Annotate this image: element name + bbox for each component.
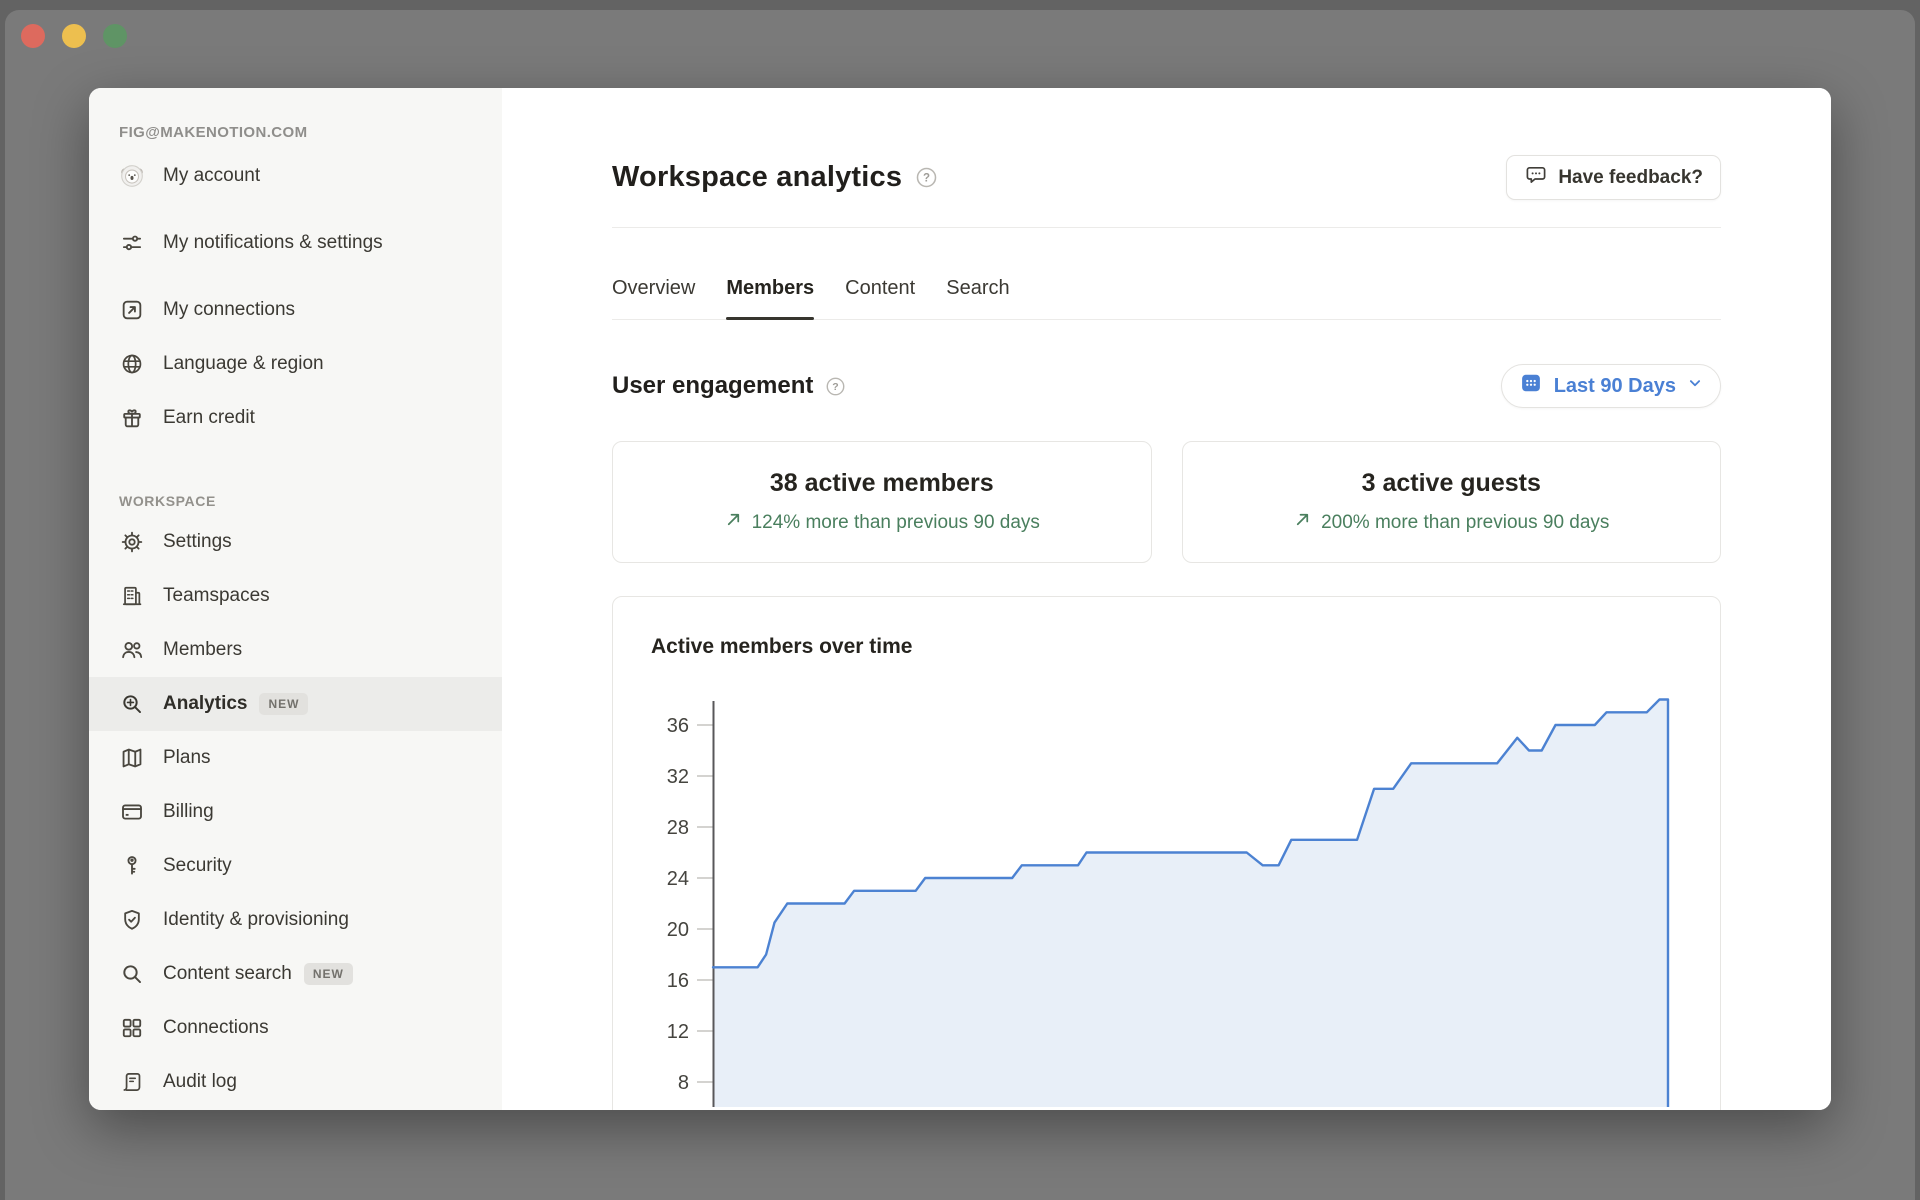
sliders-icon xyxy=(119,230,149,256)
svg-text:36: 36 xyxy=(667,715,689,737)
sidebar-item-content-search[interactable]: Content search NEW xyxy=(89,947,502,1001)
magnifier-sparkle-icon xyxy=(119,691,149,717)
sidebar-item-label: My account xyxy=(163,163,260,189)
stat-delta-label: 200% more than previous 90 days xyxy=(1321,512,1609,534)
stat-delta-label: 124% more than previous 90 days xyxy=(752,512,1040,534)
sidebar-item-earn-credit[interactable]: Earn credit xyxy=(89,391,502,445)
svg-text:28: 28 xyxy=(667,817,689,839)
new-badge: NEW xyxy=(259,693,308,715)
sidebar-item-billing[interactable]: Billing xyxy=(89,785,502,839)
help-icon[interactable]: ? xyxy=(915,166,938,189)
scroll-icon xyxy=(119,1069,149,1095)
sidebar-item-connections[interactable]: Connections xyxy=(89,1001,502,1055)
sidebar-item-label: My notifications & settings xyxy=(163,230,383,256)
active-members-chart: 36 32 28 24 20 16 12 8 xyxy=(613,687,1719,1107)
people-icon xyxy=(119,637,149,663)
sidebar-item-my-connections[interactable]: My connections xyxy=(89,283,502,337)
tab-search[interactable]: Search xyxy=(946,277,1009,319)
sidebar-item-settings[interactable]: Settings xyxy=(89,515,502,569)
sidebar-item-label: Members xyxy=(163,637,242,663)
globe-icon xyxy=(119,351,149,377)
sidebar-item-identity-provisioning[interactable]: Identity & provisioning xyxy=(89,893,502,947)
active-guests-stat-card: 3 active guests 200% more than previous … xyxy=(1182,441,1722,563)
gift-icon xyxy=(119,405,149,431)
svg-text:32: 32 xyxy=(667,766,689,788)
gear-icon xyxy=(119,529,149,555)
sidebar-item-plans[interactable]: Plans xyxy=(89,731,502,785)
sidebar-item-label: Teamspaces xyxy=(163,583,270,609)
sidebar-item-label: Earn credit xyxy=(163,405,255,431)
map-icon xyxy=(119,745,149,771)
date-range-dropdown[interactable]: Last 90 Days xyxy=(1501,364,1721,408)
feedback-button-label: Have feedback? xyxy=(1558,167,1703,189)
arrow-up-right-square-icon xyxy=(119,297,149,323)
window-controls xyxy=(21,24,127,48)
sidebar-item-label: Language & region xyxy=(163,351,324,377)
sidebar-item-members[interactable]: Members xyxy=(89,623,502,677)
svg-text:8: 8 xyxy=(678,1072,689,1094)
sidebar-item-my-account[interactable]: My account xyxy=(89,149,502,203)
sidebar-item-teamspaces[interactable]: Teamspaces xyxy=(89,569,502,623)
workspace-section-label: WORKSPACE xyxy=(119,493,502,509)
sidebar-item-label: My connections xyxy=(163,297,295,323)
svg-text:16: 16 xyxy=(667,970,689,992)
sidebar-item-label: Content search xyxy=(163,961,292,987)
credit-card-icon xyxy=(119,799,149,825)
stat-value: 3 active guests xyxy=(1362,469,1541,498)
sidebar-item-audit-log[interactable]: Audit log xyxy=(89,1055,502,1109)
sidebar-item-security[interactable]: Security xyxy=(89,839,502,893)
trend-up-arrow-icon xyxy=(1293,510,1312,535)
sidebar-item-label: Connections xyxy=(163,1015,269,1041)
settings-dialog: FIG@MAKENOTION.COM My account My notific… xyxy=(89,88,1831,1110)
chart-title: Active members over time xyxy=(651,633,1720,661)
tab-content[interactable]: Content xyxy=(845,277,915,319)
new-badge: NEW xyxy=(304,963,353,985)
stat-value: 38 active members xyxy=(770,469,994,498)
sidebar-item-language-region[interactable]: Language & region xyxy=(89,337,502,391)
minimize-button[interactable] xyxy=(62,24,86,48)
trend-up-arrow-icon xyxy=(724,510,743,535)
user-engagement-heading: User engagement xyxy=(612,372,813,400)
help-icon[interactable]: ? xyxy=(825,376,846,397)
svg-text:12: 12 xyxy=(667,1021,689,1043)
chevron-down-icon xyxy=(1686,374,1704,398)
have-feedback-button[interactable]: Have feedback? xyxy=(1506,155,1721,200)
sidebar-item-analytics[interactable]: Analytics NEW xyxy=(89,677,502,731)
tab-members[interactable]: Members xyxy=(726,277,814,319)
svg-text:?: ? xyxy=(923,172,930,184)
tab-overview[interactable]: Overview xyxy=(612,277,695,319)
sidebar-item-label: Plans xyxy=(163,745,211,771)
svg-text:?: ? xyxy=(833,381,839,393)
close-button[interactable] xyxy=(21,24,45,48)
analytics-main-panel: Workspace analytics ? Have feedback? Ove… xyxy=(502,88,1831,1110)
feedback-bubble-icon xyxy=(1524,163,1548,193)
sidebar-item-label: Settings xyxy=(163,529,232,555)
svg-text:20: 20 xyxy=(667,919,689,941)
sidebar-item-label: Security xyxy=(163,853,232,879)
active-members-chart-card: Active members over time 36 32 28 24 20 16 12 8 xyxy=(612,596,1721,1110)
analytics-tabs: Overview Members Content Search xyxy=(612,228,1721,320)
sidebar-item-label: Identity & provisioning xyxy=(163,907,349,933)
key-icon xyxy=(119,853,149,879)
grid-icon xyxy=(119,1015,149,1041)
sidebar-item-my-notifications-settings[interactable]: My notifications & settings xyxy=(89,203,502,283)
active-members-stat-card: 38 active members 124% more than previou… xyxy=(612,441,1152,563)
koala-avatar xyxy=(119,163,149,189)
building-icon xyxy=(119,583,149,609)
magnifier-icon xyxy=(119,961,149,987)
page-title: Workspace analytics xyxy=(612,161,902,194)
sidebar-item-label: Analytics xyxy=(163,691,247,717)
calendar-icon xyxy=(1518,370,1544,402)
svg-text:24: 24 xyxy=(667,868,689,890)
account-email-label: FIG@MAKENOTION.COM xyxy=(119,124,502,141)
settings-sidebar: FIG@MAKENOTION.COM My account My notific… xyxy=(89,88,502,1110)
sidebar-item-label: Audit log xyxy=(163,1069,237,1095)
shield-check-icon xyxy=(119,907,149,933)
zoom-button[interactable] xyxy=(103,24,127,48)
date-range-label: Last 90 Days xyxy=(1554,375,1676,398)
sidebar-item-label: Billing xyxy=(163,799,214,825)
